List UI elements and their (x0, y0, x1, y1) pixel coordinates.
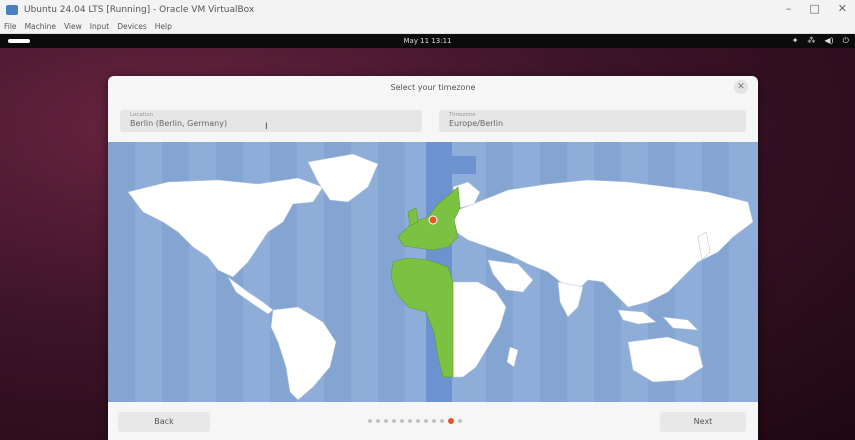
progress-dot-current (448, 418, 454, 424)
timezone-label: Timezone (449, 112, 476, 118)
host-title-bar: Ubuntu 24.04 LTS [Running] - Oracle VM V… (0, 0, 855, 20)
system-tray[interactable]: ✦ ⁂ ◀) ⏻ (792, 36, 849, 46)
timezone-map[interactable] (108, 142, 758, 402)
minimize-button[interactable]: – (786, 2, 792, 15)
power-icon[interactable]: ⏻ (843, 36, 849, 46)
progress-dot (400, 419, 404, 423)
back-button[interactable]: Back (118, 412, 210, 432)
progress-dot (392, 419, 396, 423)
window-controls: – □ ✕ (786, 2, 847, 15)
close-window-button[interactable]: ✕ (838, 2, 847, 15)
guest-top-bar: May 11 13:11 ✦ ⁂ ◀) ⏻ (0, 34, 855, 48)
menu-view[interactable]: View (64, 22, 82, 31)
progress-dot (368, 419, 372, 423)
dialog-footer: Back Next (108, 402, 758, 440)
volume-icon[interactable]: ◀) (824, 36, 833, 46)
host-menu-bar: File Machine View Input Devices Help (0, 20, 855, 34)
progress-dot (376, 419, 380, 423)
host-window-title: Ubuntu 24.04 LTS [Running] - Oracle VM V… (24, 5, 255, 15)
progress-dot (424, 419, 428, 423)
timezone-field[interactable]: Timezone Europe/Berlin (439, 110, 746, 132)
next-button[interactable]: Next (660, 412, 746, 432)
virtualbox-icon (6, 5, 18, 15)
menu-help[interactable]: Help (155, 22, 172, 31)
accessibility-icon[interactable]: ✦ (792, 36, 799, 46)
location-field[interactable]: Location Berlin (Berlin, Germany) (120, 110, 422, 132)
progress-dot (440, 419, 444, 423)
clock[interactable]: May 11 13:11 (0, 37, 855, 45)
progress-dots (368, 418, 462, 424)
menu-devices[interactable]: Devices (117, 22, 147, 31)
progress-dot (458, 419, 462, 423)
menu-machine[interactable]: Machine (25, 22, 56, 31)
progress-dot (416, 419, 420, 423)
progress-dot (408, 419, 412, 423)
text-cursor-icon: I (265, 122, 268, 132)
menu-file[interactable]: File (4, 22, 17, 31)
network-icon[interactable]: ⁂ (807, 36, 815, 46)
timezone-dialog: Select your timezone ✕ Location Berlin (… (108, 76, 758, 440)
dialog-title: Select your timezone (390, 83, 476, 92)
progress-dot (432, 419, 436, 423)
progress-dot (384, 419, 388, 423)
close-icon[interactable]: ✕ (734, 80, 748, 94)
menu-input[interactable]: Input (90, 22, 109, 31)
maximize-button[interactable]: □ (809, 2, 819, 15)
timezone-value: Europe/Berlin (449, 119, 504, 128)
location-value: Berlin (Berlin, Germany) (130, 119, 228, 128)
location-label: Location (130, 112, 154, 118)
